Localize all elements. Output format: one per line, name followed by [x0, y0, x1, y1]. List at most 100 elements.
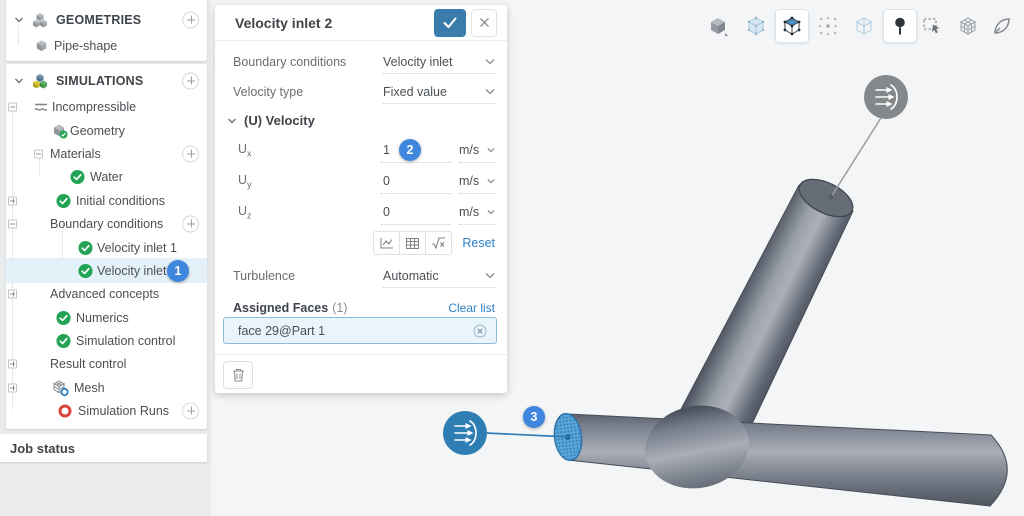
formula-input-button[interactable] — [425, 232, 451, 254]
sidebar-item-label: Advanced concepts — [50, 287, 159, 301]
sidebar-item-label: GEOMETRIES — [56, 13, 141, 27]
geometries-card: GEOMETRIES Pipe-shape — [6, 0, 207, 61]
velocity-inlet-marker-top[interactable] — [864, 75, 908, 119]
sidebar-item-advanced-concepts[interactable]: Advanced concepts — [6, 282, 207, 305]
check-icon — [78, 240, 93, 255]
delete-button[interactable] — [223, 361, 253, 389]
panel-divider — [215, 354, 507, 355]
boundary-conditions-row: Boundary conditions Velocity inlet — [233, 47, 495, 77]
chevron-down-icon[interactable] — [14, 76, 24, 86]
geometry-checked-icon — [52, 123, 68, 139]
chevron-down-icon — [227, 116, 237, 126]
sidebar-item-water[interactable]: Water — [6, 165, 207, 188]
check-icon — [443, 17, 457, 29]
velocity-inlet-panel: Velocity inlet 2 Boundary conditions Vel… — [215, 5, 507, 393]
sidebar-item-label: Velocity inlet 1 — [97, 241, 177, 255]
turbulence-dropdown[interactable]: Automatic — [383, 264, 495, 288]
geometry-cube-icon — [34, 38, 49, 53]
value-tools-row: Reset — [233, 229, 495, 257]
expand-expander[interactable] — [8, 359, 17, 368]
uy-input-field[interactable] — [381, 170, 451, 194]
sidebar-item-initial-conditions[interactable]: Initial conditions — [6, 189, 207, 212]
sidebar-item-materials[interactable]: Materials — [6, 142, 207, 165]
sidebar-item-velocity-inlet-1[interactable]: Velocity inlet 1 — [6, 236, 207, 259]
sidebar-item-mesh[interactable]: Mesh — [6, 376, 207, 399]
close-button[interactable] — [471, 9, 497, 37]
sidebar-item-numerics[interactable]: Numerics — [6, 306, 207, 329]
uz-input[interactable] — [381, 205, 451, 219]
velocity-inlet-marker-left[interactable] — [443, 411, 487, 455]
ux-unit-dropdown[interactable]: m/s — [459, 139, 495, 163]
chevron-down-icon — [487, 209, 495, 215]
add-boundary-condition-button[interactable] — [182, 215, 199, 232]
wireframe-view-icon[interactable] — [849, 11, 879, 41]
uy-unit-dropdown[interactable]: m/s — [459, 170, 495, 194]
unit-value: m/s — [459, 205, 479, 219]
collapse-expander[interactable] — [8, 219, 17, 228]
unit-value: m/s — [459, 143, 479, 157]
sidebar-item-simulation-runs[interactable]: Simulation Runs — [6, 399, 207, 422]
chevron-down-icon[interactable] — [14, 15, 24, 25]
boundary-conditions-dropdown[interactable]: Velocity inlet — [383, 50, 495, 74]
velocity-section-header[interactable]: (U) Velocity — [227, 113, 315, 128]
value-input-modes — [373, 231, 452, 255]
check-icon — [70, 169, 85, 184]
sidebar-item-label: Water — [90, 170, 123, 184]
sidebar-item-simulations[interactable]: SIMULATIONS — [6, 69, 207, 92]
sidebar-item-incompressible[interactable]: Incompressible — [6, 95, 207, 118]
sidebar-item-pipe-shape[interactable]: Pipe-shape — [6, 34, 207, 57]
collapse-expander[interactable] — [8, 102, 17, 111]
field-label: Boundary conditions — [233, 55, 346, 69]
expand-expander[interactable] — [8, 289, 17, 298]
chevron-down-icon — [485, 88, 495, 95]
sidebar-item-geometries[interactable]: GEOMETRIES — [6, 8, 207, 31]
mesh-icon — [52, 379, 69, 396]
sidebar-item-result-control[interactable]: Result control — [6, 352, 207, 375]
assigned-face-chip[interactable]: face 29@Part 1 — [223, 317, 497, 344]
add-material-button[interactable] — [182, 145, 199, 162]
uz-unit-dropdown[interactable]: m/s — [459, 201, 495, 225]
sidebar-item-label: Boundary conditions — [50, 217, 163, 231]
lasso-select-icon[interactable] — [987, 11, 1017, 41]
remove-face-button[interactable] — [473, 324, 487, 338]
sidebar-item-label: Simulation control — [76, 334, 175, 348]
field-label: Velocity type — [233, 85, 303, 99]
sidebar-item-simulation-control[interactable]: Simulation control — [6, 329, 207, 352]
uz-row: Uz m/s — [233, 197, 495, 228]
add-geometry-button[interactable] — [182, 11, 199, 28]
main-pipe[interactable] — [568, 414, 1007, 506]
vertex-select-icon[interactable] — [813, 11, 843, 41]
uz-input-field[interactable] — [381, 201, 451, 225]
add-simulation-button[interactable] — [182, 72, 199, 89]
turbulence-row: Turbulence Automatic — [233, 261, 495, 291]
shaded-view-icon[interactable] — [703, 11, 733, 41]
expand-expander[interactable] — [8, 383, 17, 392]
confirm-button[interactable] — [434, 9, 466, 37]
velocity-type-dropdown[interactable]: Fixed value — [383, 80, 495, 104]
chevron-down-icon — [487, 147, 495, 153]
velocity-type-row: Velocity type Fixed value — [233, 77, 495, 107]
job-status-bar[interactable]: Job status — [0, 434, 207, 462]
unit-value: m/s — [459, 174, 479, 188]
sidebar-item-geometry[interactable]: Geometry — [6, 119, 207, 142]
expand-expander[interactable] — [8, 196, 17, 205]
mesh-view-icon[interactable] — [953, 11, 983, 41]
probe-point-icon[interactable] — [883, 9, 917, 43]
reset-link[interactable]: Reset — [462, 236, 495, 250]
step-badge-2: 2 — [399, 139, 421, 161]
box-select-icon[interactable] — [917, 11, 947, 41]
collapse-expander[interactable] — [34, 149, 43, 158]
table-icon — [406, 238, 419, 249]
sidebar-item-velocity-inlet-2[interactable]: Velocity inlet 2 1 — [6, 258, 207, 283]
clear-list-link[interactable]: Clear list — [448, 301, 495, 315]
face-select-icon[interactable] — [775, 9, 809, 43]
table-input-button[interactable] — [399, 232, 425, 254]
translucent-view-icon[interactable] — [741, 11, 771, 41]
check-icon — [78, 263, 93, 278]
dropdown-value: Fixed value — [383, 85, 447, 99]
sidebar-item-label: Initial conditions — [76, 194, 165, 208]
sidebar-item-boundary-conditions[interactable]: Boundary conditions — [6, 212, 207, 235]
uy-input[interactable] — [381, 174, 451, 188]
add-run-button[interactable] — [182, 402, 199, 419]
chart-input-button[interactable] — [374, 232, 399, 254]
